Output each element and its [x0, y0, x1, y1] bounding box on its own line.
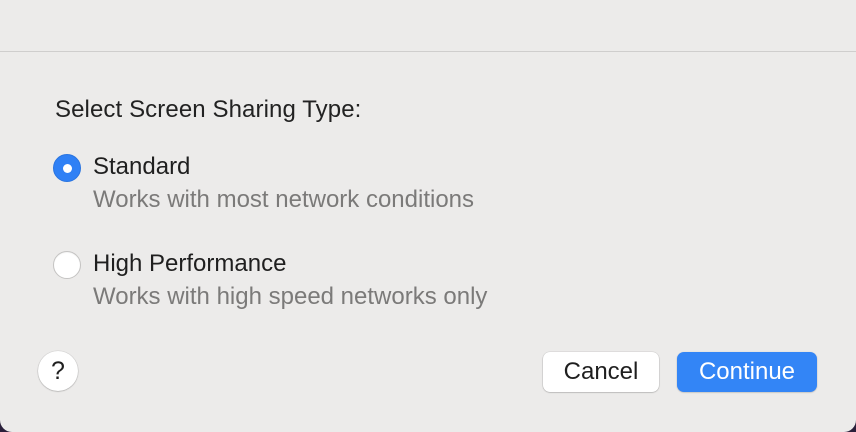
high-performance-description: Works with high speed networks only: [93, 283, 488, 310]
option-standard[interactable]: Standard Works with most network conditi…: [53, 152, 613, 216]
dialog-prompt: Select Screen Sharing Type:: [55, 96, 362, 123]
help-button[interactable]: ?: [38, 351, 78, 391]
continue-button[interactable]: Continue: [677, 352, 817, 392]
screen-sharing-type-dialog: Select Screen Sharing Type: Standard Wor…: [0, 0, 856, 432]
cancel-button[interactable]: Cancel: [543, 352, 659, 392]
dialog-titlebar: [0, 0, 856, 52]
standard-label: Standard: [93, 153, 191, 180]
high-performance-label: High Performance: [93, 250, 287, 277]
standard-radio-button[interactable]: [53, 154, 81, 182]
standard-description: Works with most network conditions: [93, 186, 475, 213]
high-performance-radio-button[interactable]: [53, 251, 81, 279]
option-high-performance[interactable]: High Performance Works with high speed n…: [53, 249, 613, 313]
